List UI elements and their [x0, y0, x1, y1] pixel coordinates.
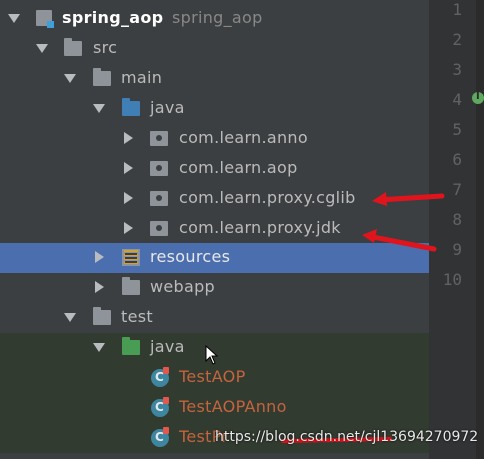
test-folder-icon	[122, 337, 140, 355]
chevron-right-icon[interactable]	[95, 281, 104, 293]
line-number: 6	[452, 150, 462, 169]
chevron-down-icon[interactable]	[8, 14, 20, 23]
project-path: spring_aop	[172, 8, 263, 27]
chevron-down-icon[interactable]	[93, 343, 105, 352]
package-label: com.learn.aop	[179, 158, 298, 177]
class-label: TestAOP	[179, 367, 246, 386]
folder-icon	[93, 68, 111, 86]
folder-label-webapp: webapp	[150, 277, 216, 296]
resources-folder-icon	[122, 249, 140, 266]
package-label: com.learn.proxy.jdk	[179, 218, 341, 237]
folder-label-src: src	[93, 38, 118, 57]
package-icon	[150, 161, 168, 176]
tree-row-class[interactable]: TestAOPAnno	[0, 393, 429, 423]
package-label: com.learn.anno	[179, 128, 308, 147]
chevron-down-icon[interactable]	[93, 104, 105, 113]
implements-icon[interactable]	[472, 91, 484, 104]
watermark: https://blog.csdn.net/cjl13694270972	[215, 429, 479, 445]
class-icon	[151, 427, 169, 447]
folder-icon	[93, 307, 111, 325]
tree-row-src[interactable]: src	[0, 34, 429, 64]
folder-label-main: main	[121, 68, 163, 87]
folder-label-java: java	[150, 98, 185, 117]
folder-label-resources: resources	[150, 247, 231, 266]
chevron-right-icon[interactable]	[124, 192, 133, 204]
line-number: 4	[452, 90, 462, 109]
folder-icon	[122, 277, 140, 295]
line-number: 9	[452, 240, 462, 259]
line-number: 10	[442, 270, 462, 289]
chevron-right-icon[interactable]	[124, 132, 133, 144]
class-icon	[151, 397, 169, 417]
project-tree-panel: spring_aop spring_aop src main java com.…	[0, 0, 429, 459]
package-icon	[150, 221, 168, 236]
chevron-right-icon[interactable]	[95, 251, 104, 263]
folder-icon	[64, 38, 82, 56]
class-label: TestAOPAnno	[179, 397, 287, 416]
line-number: 7	[452, 180, 462, 199]
line-number: 3	[452, 60, 462, 79]
module-icon	[36, 10, 54, 28]
tree-row-package[interactable]: com.learn.anno	[0, 124, 429, 154]
tree-row-project[interactable]: spring_aop spring_aop	[0, 4, 429, 34]
tree-row-package[interactable]: com.learn.aop	[0, 154, 429, 184]
mouse-cursor-icon	[205, 345, 219, 365]
line-number: 2	[452, 30, 462, 49]
chevron-right-icon[interactable]	[124, 162, 133, 174]
line-number: 5	[452, 120, 462, 139]
line-number: 1	[452, 0, 462, 19]
chevron-down-icon[interactable]	[36, 44, 48, 53]
tree-row-resources[interactable]: resources	[0, 243, 429, 273]
tree-row-class[interactable]: TestAOP	[0, 363, 429, 393]
source-folder-icon	[122, 98, 140, 116]
project-name: spring_aop	[62, 8, 164, 27]
tree-row-package[interactable]: com.learn.proxy.cglib	[0, 184, 429, 214]
tree-row-package[interactable]: com.learn.proxy.jdk	[0, 214, 429, 244]
class-icon	[151, 367, 169, 387]
chevron-down-icon[interactable]	[64, 313, 76, 322]
folder-label-test-java: java	[150, 337, 185, 356]
package-label: com.learn.proxy.cglib	[179, 188, 356, 207]
tree-row-webapp[interactable]: webapp	[0, 273, 429, 303]
editor-edge	[476, 0, 484, 459]
chevron-right-icon[interactable]	[124, 222, 133, 234]
folder-label-test: test	[121, 307, 153, 326]
tree-row-main[interactable]: main	[0, 64, 429, 94]
tree-row-main-java[interactable]: java	[0, 94, 429, 124]
package-icon	[150, 191, 168, 206]
tree-row-test[interactable]: test	[0, 303, 429, 333]
package-icon	[150, 131, 168, 146]
chevron-down-icon[interactable]	[64, 74, 76, 83]
line-number: 8	[452, 210, 462, 229]
